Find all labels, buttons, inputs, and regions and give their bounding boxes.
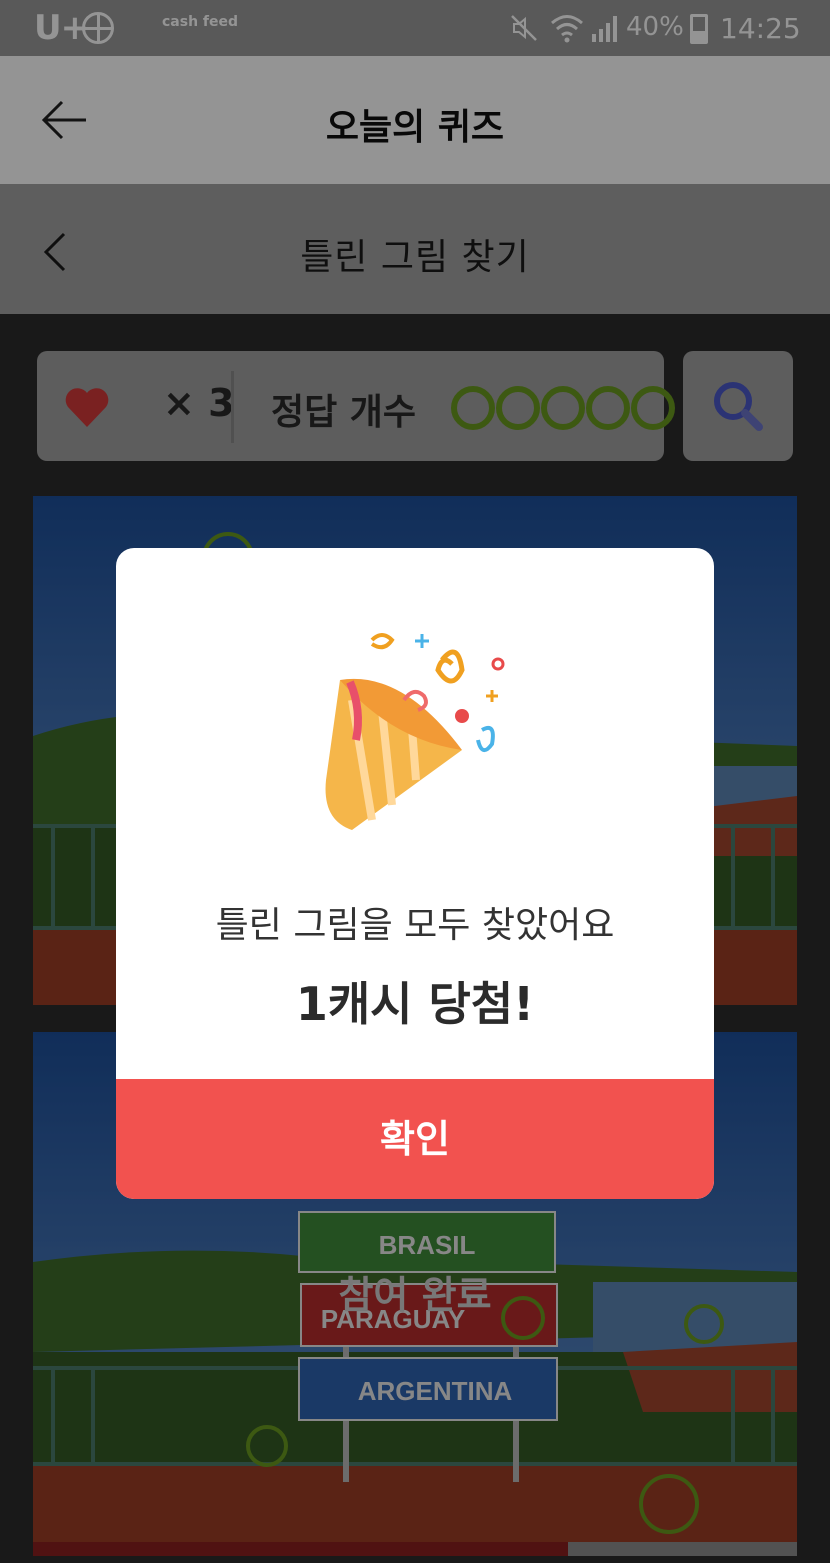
page-title: 오늘의 퀴즈	[325, 107, 505, 148]
sign-brasil: BRASIL	[379, 1230, 476, 1260]
mute-icon	[511, 15, 537, 41]
answer-progress	[451, 386, 675, 430]
carrier-logo-icon	[82, 12, 114, 44]
panel-divider	[231, 371, 234, 443]
dialog-prize: 1캐시 당첨!	[295, 977, 535, 1031]
cashfeed-notification-icon: cash feed	[162, 14, 239, 30]
timer-progress-bar	[33, 1542, 797, 1556]
dialog-message: 틀린 그림을 모두 찾았어요	[215, 905, 615, 946]
answer-dot	[541, 386, 585, 430]
clock: 14:25	[720, 12, 801, 45]
score-panel: × 3 정답 개수	[37, 351, 675, 461]
answer-count-label: 정답 개수	[271, 392, 417, 433]
game-title: 틀린 그림 찾기	[300, 237, 530, 278]
battery-percent: 40%	[626, 12, 684, 42]
timer-progress-fill	[33, 1542, 568, 1556]
answer-dot	[496, 386, 540, 430]
game-header: 틀린 그림 찾기	[0, 184, 830, 314]
lives-count: × 3	[163, 381, 235, 425]
answer-dot	[631, 386, 675, 430]
battery-icon	[690, 14, 708, 44]
signal-icon	[592, 16, 617, 42]
reward-dialog: 틀린 그림을 모두 찾았어요 1캐시 당첨! 확인	[116, 548, 714, 1199]
party-popper-icon	[325, 633, 505, 830]
search-icon	[714, 382, 763, 431]
wifi-icon	[551, 15, 583, 43]
participation-complete-label: 참여 완료	[338, 1273, 492, 1317]
sign-argentina: ARGENTINA	[358, 1376, 513, 1406]
status-bar: U+ cash feed 40% 14:25	[0, 0, 830, 56]
confirm-button[interactable]: 확인	[116, 1079, 714, 1199]
heart-icon	[65, 388, 109, 427]
answer-dot	[586, 386, 630, 430]
carrier-label: U+	[34, 8, 89, 48]
answer-dot	[451, 386, 495, 430]
app-bar: 오늘의 퀴즈	[0, 56, 830, 184]
hint-search-button[interactable]	[683, 351, 793, 461]
